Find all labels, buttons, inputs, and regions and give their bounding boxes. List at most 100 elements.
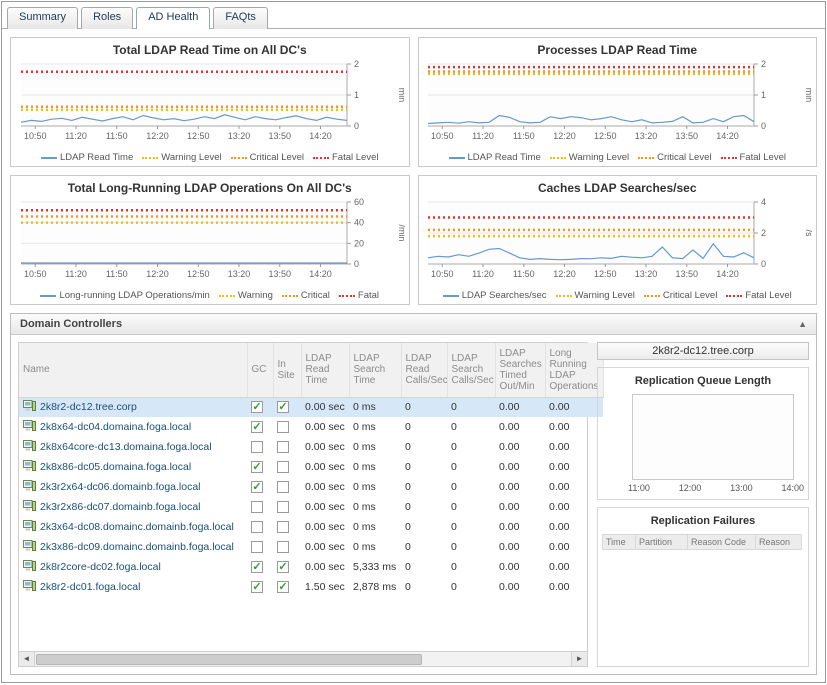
ldap-search-time-cell: 0 ms (349, 437, 401, 457)
legend-swatch (219, 295, 235, 297)
dc-table-row[interactable]: 2k3x64-dc08.domainc.domainb.foga.local0.… (19, 517, 603, 537)
dc-table-row[interactable]: 2k8r2-dc01.foga.local✓✓1.50 sec2,878 ms0… (19, 577, 603, 597)
domain-controllers-header[interactable]: Domain Controllers ▲ (11, 314, 816, 335)
in-site-checkbox[interactable]: ✓ (277, 401, 289, 413)
scroll-right-button[interactable]: ► (571, 652, 587, 666)
tab-roles[interactable]: Roles (81, 7, 133, 29)
ldap-search-calls-cell: 0 (447, 397, 495, 417)
tab-ad-health[interactable]: AD Health (136, 7, 210, 29)
dc-table-row[interactable]: 2k8x86-dc05.domaina.foga.local✓0.00 sec0… (19, 457, 603, 477)
ldap-read-calls-cell: 0 (401, 497, 447, 517)
domain-controllers-panel: Domain Controllers ▲ NameGCIn SiteLDAP R… (10, 313, 817, 675)
dc-table-row[interactable]: 2k8r2core-dc02.foga.local✓✓0.00 sec5,333… (19, 557, 603, 577)
legend-swatch (231, 157, 247, 159)
in-site-checkbox[interactable]: ✓ (277, 581, 289, 593)
dc-table-row[interactable]: 2k8r2-dc12.tree.corp✓✓0.00 sec0 ms000.00… (19, 397, 603, 417)
long-running-ops-cell: 0.00 (545, 577, 603, 597)
replication-queue-title: Replication Queue Length (602, 375, 804, 387)
legend-item: Critical (282, 290, 330, 301)
scrollbar-thumb[interactable] (36, 654, 422, 665)
column-header-timed_out[interactable]: LDAP Searches Timed Out/Min (495, 343, 545, 397)
svg-text:10:50: 10:50 (431, 269, 454, 279)
scroll-left-button[interactable]: ◄ (19, 652, 35, 666)
legend-item: Warning Level (550, 152, 629, 163)
ldap-search-time-cell: 0 ms (349, 397, 401, 417)
gc-checkbox[interactable] (251, 521, 263, 533)
svg-text:10:50: 10:50 (431, 131, 454, 141)
column-header-in_site[interactable]: In Site (273, 343, 301, 397)
collapse-icon[interactable]: ▲ (798, 319, 807, 329)
svg-text:60: 60 (354, 197, 364, 207)
dc-table-row[interactable]: 2k3r2x64-dc06.domainb.foga.local✓0.00 se… (19, 477, 603, 497)
chart-plot: 012min10:5011:2011:5012:2012:5013:2013:5… (422, 59, 812, 151)
ldap-read-calls-cell: 0 (401, 517, 447, 537)
gc-checkbox[interactable] (251, 501, 263, 513)
queue-x-label: 13:00 (730, 483, 753, 493)
replication-failures-body (602, 550, 804, 661)
legend-item: Critical Level (638, 152, 711, 163)
svg-text:11:50: 11:50 (513, 269, 535, 279)
legend-swatch (726, 295, 742, 297)
gc-checkbox[interactable]: ✓ (251, 561, 263, 573)
in-site-checkbox[interactable] (277, 541, 289, 553)
ldap-search-time-cell: 2,878 ms (349, 577, 401, 597)
ldap-read-calls-cell: 0 (401, 577, 447, 597)
svg-text:12:50: 12:50 (187, 131, 210, 141)
svg-text:11:20: 11:20 (472, 269, 494, 279)
ldap-read-time-cell: 0.00 sec (301, 477, 349, 497)
svg-text:2: 2 (354, 59, 359, 69)
replication-queue-section: Replication Queue Length 11:0012:0013:00… (597, 367, 809, 500)
tab-summary[interactable]: Summary (7, 7, 78, 29)
gc-checkbox[interactable]: ✓ (251, 461, 263, 473)
dc-table-row[interactable]: 2k3r2x86-dc07.domainb.foga.local0.00 sec… (19, 497, 603, 517)
dc-table-row[interactable]: 2k8x64core-dc13.domaina.foga.local0.00 s… (19, 437, 603, 457)
svg-text:40: 40 (354, 218, 364, 228)
column-header-search_calls[interactable]: LDAP Search Calls/Sec (447, 343, 495, 397)
chart-title: Total Long-Running LDAP Operations On Al… (13, 181, 407, 195)
failures-column-reason: Reason (756, 534, 802, 550)
in-site-checkbox[interactable] (277, 441, 289, 453)
legend-label: Warning Level (161, 152, 221, 163)
tab-faqts[interactable]: FAQts (213, 7, 268, 29)
column-header-search_time[interactable]: LDAP Search Time (349, 343, 401, 397)
gc-checkbox[interactable]: ✓ (251, 421, 263, 433)
gc-checkbox[interactable]: ✓ (251, 401, 263, 413)
ldap-read-time-cell: 0.00 sec (301, 417, 349, 437)
dc-table-row[interactable]: 2k8x64-dc04.domaina.foga.local✓0.00 sec0… (19, 417, 603, 437)
svg-text:13:50: 13:50 (676, 269, 699, 279)
ldap-read-time-cell: 0.00 sec (301, 457, 349, 477)
column-header-read_calls[interactable]: LDAP Read Calls/Sec (401, 343, 447, 397)
in-site-checkbox[interactable] (277, 521, 289, 533)
long-running-ops-cell: 0.00 (545, 477, 603, 497)
dc-table-row[interactable]: 2k3x86-dc09.domainc.domainb.foga.local0.… (19, 537, 603, 557)
in-site-checkbox[interactable] (277, 501, 289, 513)
column-header-read_time[interactable]: LDAP Read Time (301, 343, 349, 397)
in-site-checkbox[interactable]: ✓ (277, 561, 289, 573)
chart-legend: LDAP Read TimeWarning LevelCritical Leve… (13, 152, 407, 163)
column-header-gc[interactable]: GC (247, 343, 273, 397)
svg-text:13:50: 13:50 (676, 131, 699, 141)
ldap-read-calls-cell: 0 (401, 537, 447, 557)
gc-checkbox[interactable]: ✓ (251, 481, 263, 493)
gc-checkbox[interactable] (251, 541, 263, 553)
legend-label: LDAP Searches/sec (462, 290, 547, 301)
ldap-timed-out-cell: 0.00 (495, 577, 545, 597)
ldap-read-calls-cell: 0 (401, 397, 447, 417)
in-site-checkbox[interactable] (277, 481, 289, 493)
legend-label: Fatal Level (332, 152, 378, 163)
legend-swatch (550, 157, 566, 159)
horizontal-scrollbar[interactable]: ◄ ► (19, 651, 587, 666)
legend-item: Warning Level (142, 152, 221, 163)
column-header-long_running[interactable]: Long Running LDAP Operations (545, 343, 603, 397)
column-header-name[interactable]: Name (19, 343, 247, 397)
chart-legend: Long-running LDAP Operations/minWarningC… (13, 290, 407, 301)
ldap-read-time-cell: 0.00 sec (301, 557, 349, 577)
ldap-read-time-cell: 0.00 sec (301, 437, 349, 457)
ldap-search-time-cell: 0 ms (349, 537, 401, 557)
in-site-checkbox[interactable] (277, 421, 289, 433)
gc-checkbox[interactable] (251, 441, 263, 453)
gc-checkbox[interactable]: ✓ (251, 581, 263, 593)
in-site-checkbox[interactable] (277, 461, 289, 473)
svg-text:12:20: 12:20 (553, 131, 576, 141)
svg-text:2: 2 (761, 228, 766, 238)
